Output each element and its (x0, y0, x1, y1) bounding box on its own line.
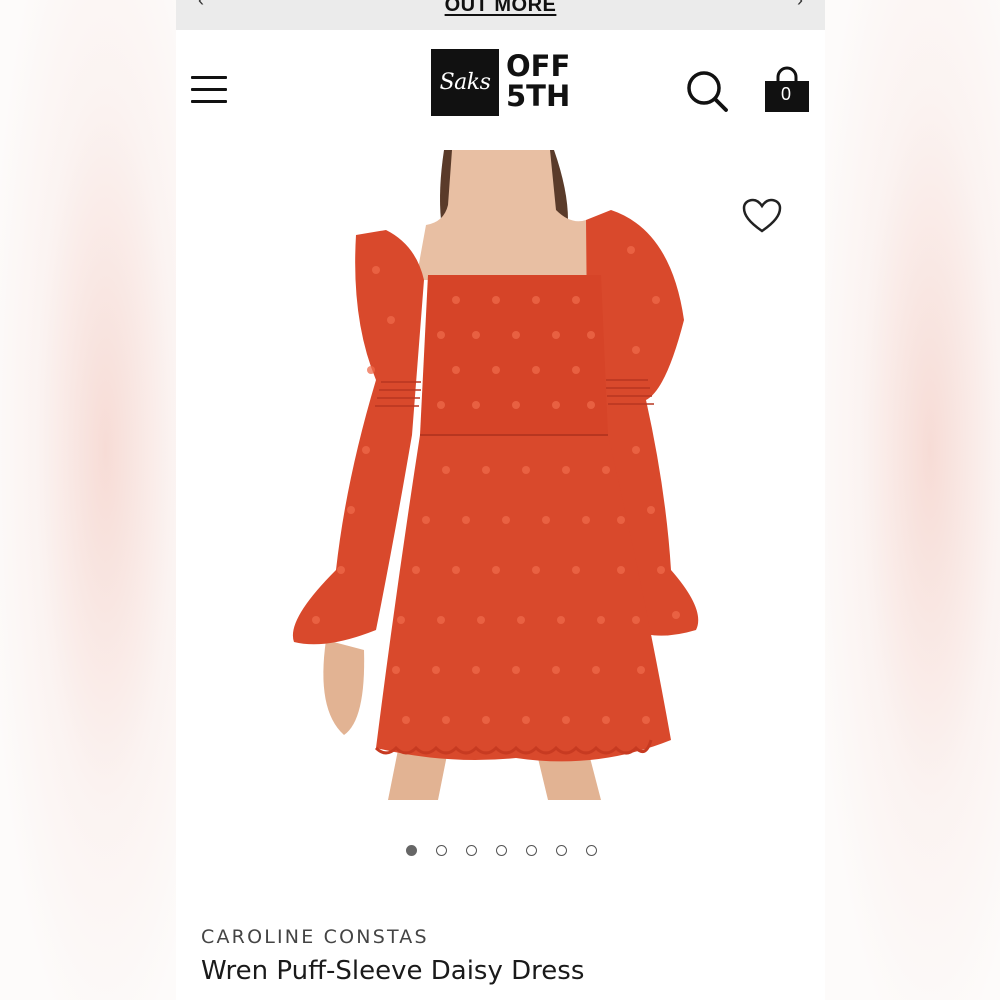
logo-line-1: OFF (506, 49, 571, 83)
carousel-dot[interactable] (556, 845, 567, 856)
search-icon[interactable] (686, 70, 730, 114)
logo-line-2: 5TH (506, 79, 571, 113)
product-image[interactable] (176, 150, 825, 806)
promo-link[interactable]: OUT MORE (176, 0, 825, 17)
shopping-bag-icon[interactable]: 0 (763, 66, 813, 116)
background-blur-right (825, 0, 1000, 1000)
site-header: Saks OFF 5TH 0 (176, 30, 825, 150)
product-brand[interactable]: CAROLINE CONSTAS (201, 926, 429, 948)
carousel-dot[interactable] (406, 845, 417, 856)
hamburger-menu-icon[interactable] (191, 74, 229, 106)
cart-count: 0 (780, 84, 791, 104)
chevron-right-icon[interactable]: › (797, 0, 803, 11)
logo-script: Saks (431, 49, 499, 116)
image-carousel-dots (176, 845, 825, 861)
promo-banner[interactable]: ‹ OUT MORE › (176, 0, 825, 30)
carousel-dot[interactable] (436, 845, 447, 856)
carousel-dot[interactable] (496, 845, 507, 856)
product-title: Wren Puff-Sleeve Daisy Dress (201, 956, 585, 986)
saks-off-5th-logo[interactable]: Saks OFF 5TH (431, 49, 576, 117)
heart-icon[interactable] (741, 197, 783, 235)
carousel-dot[interactable] (586, 845, 597, 856)
logo-wordmark: OFF 5TH (506, 51, 586, 111)
carousel-dot[interactable] (526, 845, 537, 856)
background-blur-left (0, 0, 176, 1000)
carousel-dot[interactable] (466, 845, 477, 856)
mobile-page: ‹ OUT MORE › Saks OFF 5TH 0 CAROLINE CON… (176, 0, 825, 1000)
